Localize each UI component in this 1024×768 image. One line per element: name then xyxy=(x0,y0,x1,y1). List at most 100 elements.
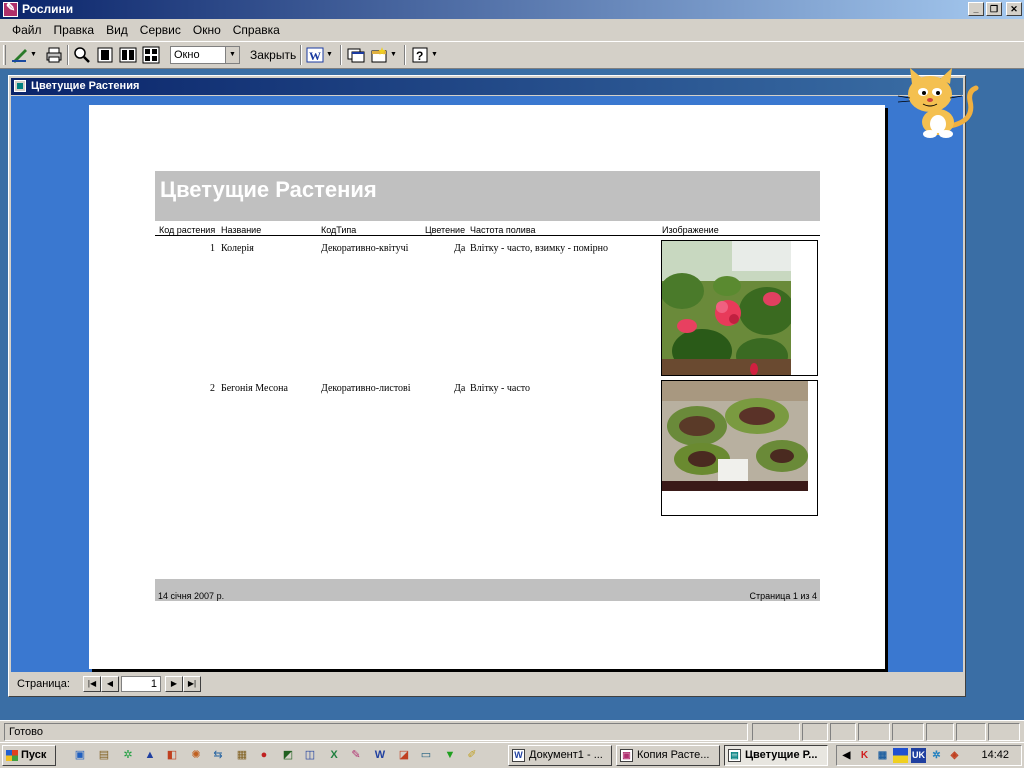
last-page-button[interactable]: ▶| xyxy=(183,676,201,692)
menu-tools[interactable]: Сервис xyxy=(134,23,187,37)
shortcut-i-icon[interactable]: ▭ xyxy=(418,747,434,763)
task-plants-copy[interactable]: ▣ Копия Расте... xyxy=(616,745,720,766)
help-dropdown-arrow[interactable]: ▼ xyxy=(431,45,441,65)
utility-icon[interactable]: ✲ xyxy=(929,748,944,763)
menu-window[interactable]: Окно xyxy=(187,23,227,37)
export-dropdown-arrow[interactable]: ▼ xyxy=(326,45,336,65)
toolbar-grip[interactable] xyxy=(3,45,6,65)
close-preview-button[interactable]: Закрыть xyxy=(246,46,300,64)
shortcut-j-icon[interactable]: ▼ xyxy=(442,747,458,763)
shortcut-d-icon[interactable]: ⇆ xyxy=(210,747,226,763)
desktop-icon[interactable]: ▣ xyxy=(72,747,88,763)
antivirus-icon[interactable]: K xyxy=(857,748,872,763)
column-header-image: Изображение xyxy=(662,225,719,235)
help-icon[interactable]: ? xyxy=(410,45,430,65)
task-document1[interactable]: W Документ1 - ... xyxy=(508,745,612,766)
restore-button[interactable]: ❐ xyxy=(986,2,1002,16)
toolbar-separator xyxy=(404,45,406,65)
settings-icon[interactable]: ✲ xyxy=(120,747,136,763)
multiple-pages-icon[interactable] xyxy=(141,45,161,65)
network-icon[interactable]: ▦ xyxy=(875,748,890,763)
shortcut-a-icon[interactable]: ▲ xyxy=(142,747,158,763)
row-1-photo xyxy=(661,240,818,376)
office-assistant-cat[interactable] xyxy=(890,66,982,138)
shield-icon[interactable]: ◈ xyxy=(947,748,962,763)
page-number-input[interactable]: 1 xyxy=(121,676,161,692)
access-icon: ▣ xyxy=(620,749,633,762)
task-blooming-plants[interactable]: ▤ Цветущие Р... xyxy=(724,745,828,766)
notepad-icon[interactable]: ▤ xyxy=(96,747,112,763)
word-icon[interactable]: W xyxy=(372,747,388,763)
shortcut-g-icon[interactable]: ◫ xyxy=(302,747,318,763)
shortcut-e-icon[interactable]: ▦ xyxy=(234,747,250,763)
mdi-workspace: Цветущие Растения Цветущие Растения Код … xyxy=(0,70,1024,720)
row-2-type: Декоративно-листові xyxy=(321,383,411,394)
task-label: Цветущие Р... xyxy=(745,749,818,761)
row-2-code: 2 xyxy=(210,383,215,394)
windows-logo-icon xyxy=(6,750,18,761)
report-icon: ▤ xyxy=(728,749,741,762)
print-icon[interactable] xyxy=(44,45,64,65)
chevron-down-icon[interactable]: ▼ xyxy=(225,47,239,63)
report-page: Цветущие Растения Код растения Название … xyxy=(89,105,885,669)
volume-icon[interactable]: ◀ xyxy=(839,748,854,763)
shortcut-h-icon[interactable]: ◪ xyxy=(396,747,412,763)
new-object-dropdown-arrow[interactable]: ▼ xyxy=(390,45,400,65)
language-indicator[interactable]: UK xyxy=(911,748,926,763)
two-pages-icon[interactable] xyxy=(118,45,138,65)
shortcut-b-icon[interactable]: ◧ xyxy=(164,747,180,763)
footer-date: 14 січня 2007 р. xyxy=(158,591,225,601)
begonia-image xyxy=(662,381,808,491)
window-controls: _ ❐ ✕ xyxy=(968,2,1022,16)
new-object-icon[interactable] xyxy=(369,45,389,65)
access-icon[interactable]: ✎ xyxy=(348,747,364,763)
menu-help[interactable]: Справка xyxy=(227,23,286,37)
view-dropdown-arrow[interactable]: ▼ xyxy=(30,45,40,65)
task-label: Копия Расте... xyxy=(637,749,710,761)
access-app-icon[interactable] xyxy=(3,1,18,17)
menu-file[interactable]: Файл xyxy=(6,23,48,37)
print-preview-area[interactable]: Цветущие Растения Код растения Название … xyxy=(11,96,963,672)
column-header-divider xyxy=(155,235,820,236)
row-2-bloom: Да xyxy=(454,383,466,394)
zoom-icon[interactable] xyxy=(72,45,92,65)
start-button[interactable]: Пуск xyxy=(2,745,56,766)
status-panel xyxy=(752,723,800,741)
status-panel xyxy=(988,723,1020,741)
close-window-button[interactable]: ✕ xyxy=(1006,2,1022,16)
report-footer: 14 січня 2007 р. Страница 1 из 4 xyxy=(155,579,820,601)
toolbar-separator xyxy=(300,45,302,65)
zoom-select[interactable]: Окно ▼ xyxy=(170,46,240,64)
media-icon[interactable]: ● xyxy=(256,747,272,763)
report-window-title-bar[interactable]: Цветущие Растения xyxy=(11,78,963,95)
row-2-name: Бегонія Месона xyxy=(221,383,288,394)
toolbar-separator xyxy=(67,45,69,65)
menu-view[interactable]: Вид xyxy=(100,23,134,37)
shortcut-k-icon[interactable]: ✐ xyxy=(464,747,480,763)
page-navigator-label: Страница: xyxy=(17,678,70,690)
first-page-button[interactable]: |◀ xyxy=(83,676,101,692)
shortcut-f-icon[interactable]: ◩ xyxy=(280,747,296,763)
menu-bar: Файл Правка Вид Сервис Окно Справка xyxy=(0,19,1024,41)
status-panel xyxy=(830,723,856,741)
next-page-button[interactable]: ▶ xyxy=(165,676,183,692)
clock[interactable]: 14:42 xyxy=(981,749,1009,761)
status-panel xyxy=(926,723,954,741)
shortcut-c-icon[interactable]: ✺ xyxy=(188,747,204,763)
column-header-name: Название xyxy=(221,225,262,235)
one-page-icon[interactable] xyxy=(95,45,115,65)
report-header: Цветущие Растения xyxy=(155,171,820,221)
menu-edit[interactable]: Правка xyxy=(48,23,101,37)
word-export-icon[interactable]: W xyxy=(305,45,325,65)
column-header-type: КодТипа xyxy=(321,225,357,235)
design-view-icon[interactable] xyxy=(10,45,30,65)
report-title: Цветущие Растения xyxy=(160,177,377,202)
svg-text:W: W xyxy=(309,49,321,63)
previous-page-button[interactable]: ◀ xyxy=(101,676,119,692)
database-window-icon[interactable] xyxy=(346,45,366,65)
row-1-name: Колерія xyxy=(221,243,254,254)
minimize-button[interactable]: _ xyxy=(968,2,984,16)
ukraine-flag-icon[interactable] xyxy=(893,748,908,763)
excel-icon[interactable]: X xyxy=(326,747,342,763)
report-icon xyxy=(14,80,26,92)
